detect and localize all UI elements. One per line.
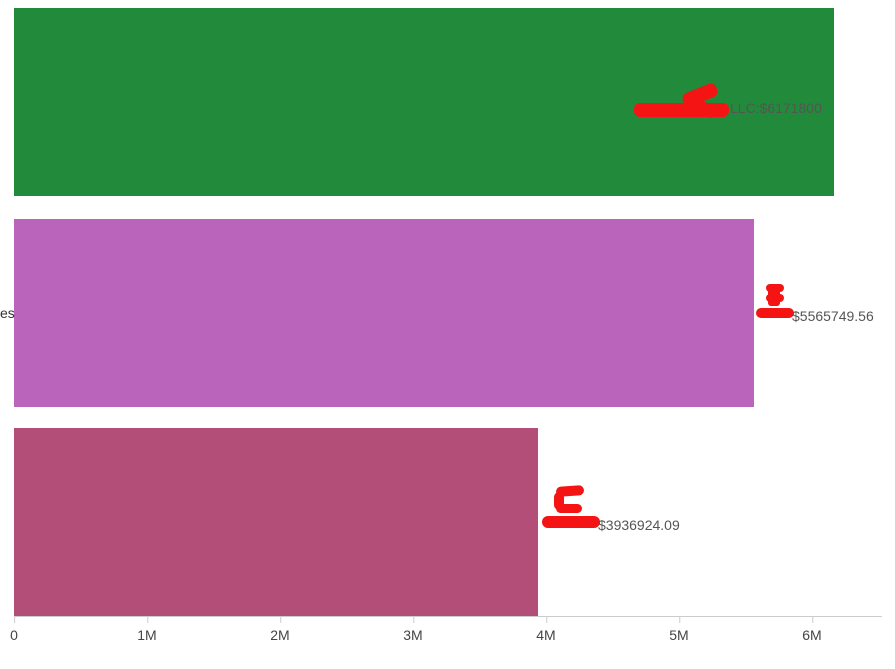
bar-es <box>14 219 754 407</box>
x-tick-2m: 2M <box>270 617 289 643</box>
chart-container: LLC:$6171800 es $5565749.56 $3936924.09 … <box>0 0 895 669</box>
x-tick-6m: 6M <box>802 617 821 643</box>
bar-3 <box>14 428 538 616</box>
x-tick-1m: 1M <box>137 617 156 643</box>
bar-llc <box>14 8 834 196</box>
y-axis-label-partial: es <box>0 305 15 321</box>
bar-label-es: $5565749.56 <box>792 308 874 324</box>
x-tick-5m: 5M <box>669 617 688 643</box>
x-tick-3m: 3M <box>403 617 422 643</box>
x-axis: 0 1M 2M 3M 4M 5M 6M <box>14 616 882 656</box>
bar-label-llc: LLC:$6171800 <box>730 100 822 116</box>
plot-area: LLC:$6171800 es $5565749.56 $3936924.09 <box>14 8 882 616</box>
bar-label-3: $3936924.09 <box>598 517 680 533</box>
x-tick-4m: 4M <box>536 617 555 643</box>
x-tick-0: 0 <box>10 617 18 643</box>
